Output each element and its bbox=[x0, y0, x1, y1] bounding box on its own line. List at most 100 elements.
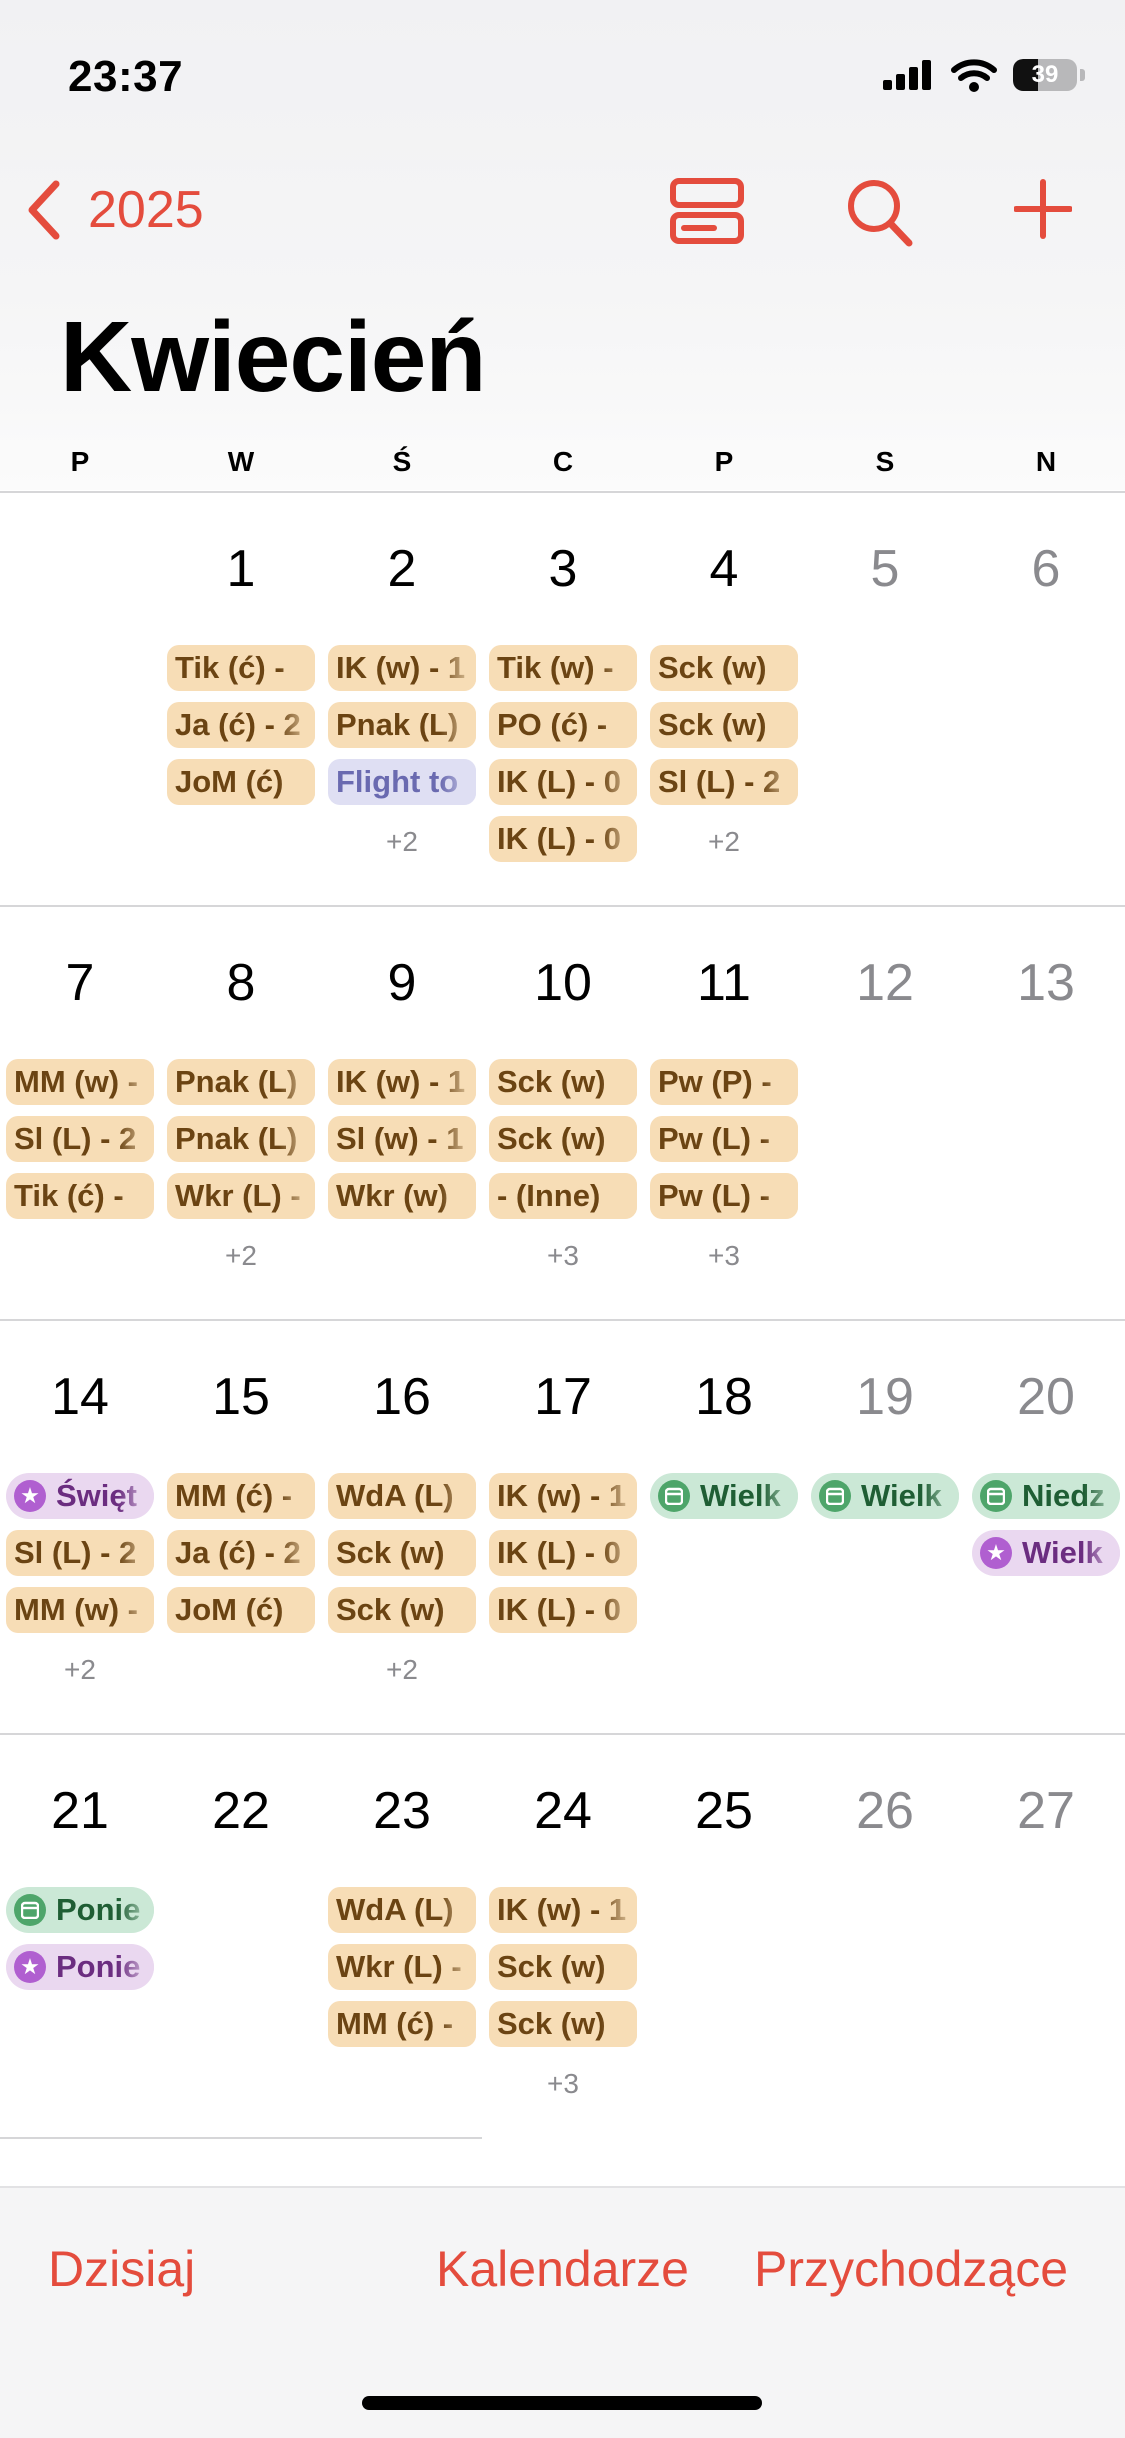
text-fade bbox=[440, 1887, 476, 1933]
text-fade bbox=[762, 1473, 798, 1519]
day-number[interactable]: 2 bbox=[332, 539, 472, 599]
event-chip[interactable]: WdA (L) bbox=[328, 1887, 476, 1933]
event-chip[interactable]: Flight to bbox=[328, 759, 476, 805]
more-events-count[interactable]: +2 bbox=[167, 1240, 315, 1272]
event-chip[interactable]: IK (L) - 0 bbox=[489, 816, 637, 862]
add-event-button[interactable] bbox=[1013, 178, 1073, 245]
event-chip[interactable]: Wkr (w) bbox=[328, 1173, 476, 1219]
day-number[interactable]: 27 bbox=[976, 1781, 1116, 1841]
day-number[interactable]: 5 bbox=[815, 539, 955, 599]
event-chip[interactable]: IK (L) - 0 bbox=[489, 1587, 637, 1633]
day-number[interactable]: 26 bbox=[815, 1781, 955, 1841]
day-number[interactable]: 25 bbox=[654, 1781, 794, 1841]
event-chip[interactable]: Wielk bbox=[811, 1473, 959, 1519]
event-chip[interactable]: Tik (w) - bbox=[489, 645, 637, 691]
text-fade bbox=[118, 1173, 154, 1219]
day-number[interactable]: 16 bbox=[332, 1367, 472, 1427]
event-chip[interactable]: ★ Wielk bbox=[972, 1530, 1120, 1576]
event-chip[interactable]: Pw (P) - bbox=[650, 1059, 798, 1105]
event-chip[interactable]: Sl (L) - 2 bbox=[6, 1116, 154, 1162]
event-chip[interactable]: WdA (L) bbox=[328, 1473, 476, 1519]
event-chip[interactable]: Sck (w) bbox=[489, 1944, 637, 1990]
day-number[interactable]: 18 bbox=[654, 1367, 794, 1427]
weekday-label: S bbox=[875, 446, 895, 477]
day-number[interactable]: 22 bbox=[171, 1781, 311, 1841]
event-chip[interactable]: Pnak (L) bbox=[328, 702, 476, 748]
event-chip[interactable]: IK (w) - 1 bbox=[328, 645, 476, 691]
day-number[interactable]: 19 bbox=[815, 1367, 955, 1427]
event-chip[interactable]: MM (ć) - bbox=[167, 1473, 315, 1519]
day-number[interactable]: 7 bbox=[10, 953, 150, 1013]
event-chip[interactable]: Ponie bbox=[6, 1887, 154, 1933]
event-chip[interactable]: MM (ć) - bbox=[328, 2001, 476, 2047]
event-chip[interactable]: MM (w) - bbox=[6, 1059, 154, 1105]
today-button[interactable]: Dzisiaj bbox=[48, 2240, 195, 2298]
event-chip[interactable]: Sl (L) - 2 bbox=[6, 1530, 154, 1576]
event-chip[interactable]: ★ Ponie bbox=[6, 1944, 154, 1990]
back-to-year-button[interactable]: 2025 bbox=[24, 180, 204, 240]
event-chip[interactable]: - (Inne) bbox=[489, 1173, 637, 1219]
event-chip[interactable]: IK (L) - 0 bbox=[489, 1530, 637, 1576]
text-fade bbox=[762, 759, 798, 805]
text-fade bbox=[601, 1473, 637, 1519]
event-chip[interactable]: Pnak (L) bbox=[167, 1059, 315, 1105]
day-number[interactable]: 23 bbox=[332, 1781, 472, 1841]
more-events-count[interactable]: +3 bbox=[489, 2068, 637, 2100]
inbox-button[interactable]: Przychodzące bbox=[754, 2240, 1068, 2298]
event-chip[interactable]: MM (w) - bbox=[6, 1587, 154, 1633]
event-chip[interactable]: IK (w) - 1 bbox=[328, 1059, 476, 1105]
event-chip[interactable]: Ja (ć) - 2 bbox=[167, 1530, 315, 1576]
event-chip[interactable]: Ja (ć) - 2 bbox=[167, 702, 315, 748]
event-chip[interactable]: Sck (w) bbox=[489, 2001, 637, 2047]
event-chip[interactable]: Sck (w) bbox=[650, 702, 798, 748]
event-chip[interactable]: Tik (ć) - bbox=[6, 1173, 154, 1219]
event-chip[interactable]: Sl (w) - 1 bbox=[328, 1116, 476, 1162]
event-chip[interactable]: Sck (w) bbox=[328, 1530, 476, 1576]
search-button[interactable] bbox=[846, 178, 914, 253]
more-events-count[interactable]: +2 bbox=[328, 826, 476, 858]
day-number[interactable]: 4 bbox=[654, 539, 794, 599]
event-chip[interactable]: PO (ć) - bbox=[489, 702, 637, 748]
list-view-button[interactable] bbox=[670, 178, 744, 249]
event-chip[interactable]: Pw (L) - bbox=[650, 1173, 798, 1219]
event-chip[interactable]: Tik (ć) - bbox=[167, 645, 315, 691]
event-chip[interactable]: Sck (w) bbox=[489, 1116, 637, 1162]
event-chip[interactable]: JoM (ć) bbox=[167, 1587, 315, 1633]
day-number[interactable]: 11 bbox=[654, 953, 794, 1013]
more-events-count[interactable]: +2 bbox=[6, 1654, 154, 1686]
day-number[interactable]: 10 bbox=[493, 953, 633, 1013]
day-number[interactable]: 15 bbox=[171, 1367, 311, 1427]
event-chip[interactable]: Niedz bbox=[972, 1473, 1120, 1519]
day-number[interactable]: 1 bbox=[171, 539, 311, 599]
event-chip[interactable]: Sl (L) - 2 bbox=[650, 759, 798, 805]
event-chip[interactable]: IK (w) - 1 bbox=[489, 1473, 637, 1519]
day-number[interactable]: 3 bbox=[493, 539, 633, 599]
day-number[interactable]: 13 bbox=[976, 953, 1116, 1013]
event-chip[interactable]: Wkr (L) - bbox=[328, 1944, 476, 1990]
day-number[interactable]: 24 bbox=[493, 1781, 633, 1841]
more-events-count[interactable]: +2 bbox=[328, 1654, 476, 1686]
event-chip[interactable]: ★ Święt bbox=[6, 1473, 154, 1519]
more-events-count[interactable]: +3 bbox=[489, 1240, 637, 1272]
day-number[interactable]: 12 bbox=[815, 953, 955, 1013]
event-chip[interactable]: JoM (ć) bbox=[167, 759, 315, 805]
event-chip[interactable]: Sck (w) bbox=[489, 1059, 637, 1105]
event-chip[interactable]: Sck (w) bbox=[650, 645, 798, 691]
event-chip[interactable]: Sck (w) bbox=[328, 1587, 476, 1633]
event-chip[interactable]: IK (L) - 0 bbox=[489, 759, 637, 805]
day-number[interactable]: 17 bbox=[493, 1367, 633, 1427]
calendars-button[interactable]: Kalendarze bbox=[436, 2240, 689, 2298]
event-chip[interactable]: Pw (L) - bbox=[650, 1116, 798, 1162]
day-number[interactable]: 21 bbox=[10, 1781, 150, 1841]
event-chip[interactable]: IK (w) - 1 bbox=[489, 1887, 637, 1933]
day-number[interactable]: 9 bbox=[332, 953, 472, 1013]
more-events-count[interactable]: +2 bbox=[650, 826, 798, 858]
event-chip[interactable]: Pnak (L) bbox=[167, 1116, 315, 1162]
day-number[interactable]: 8 bbox=[171, 953, 311, 1013]
day-number[interactable]: 14 bbox=[10, 1367, 150, 1427]
day-number[interactable]: 20 bbox=[976, 1367, 1116, 1427]
day-number[interactable]: 6 bbox=[976, 539, 1116, 599]
more-events-count[interactable]: +3 bbox=[650, 1240, 798, 1272]
event-chip[interactable]: Wielk bbox=[650, 1473, 798, 1519]
event-chip[interactable]: Wkr (L) - bbox=[167, 1173, 315, 1219]
